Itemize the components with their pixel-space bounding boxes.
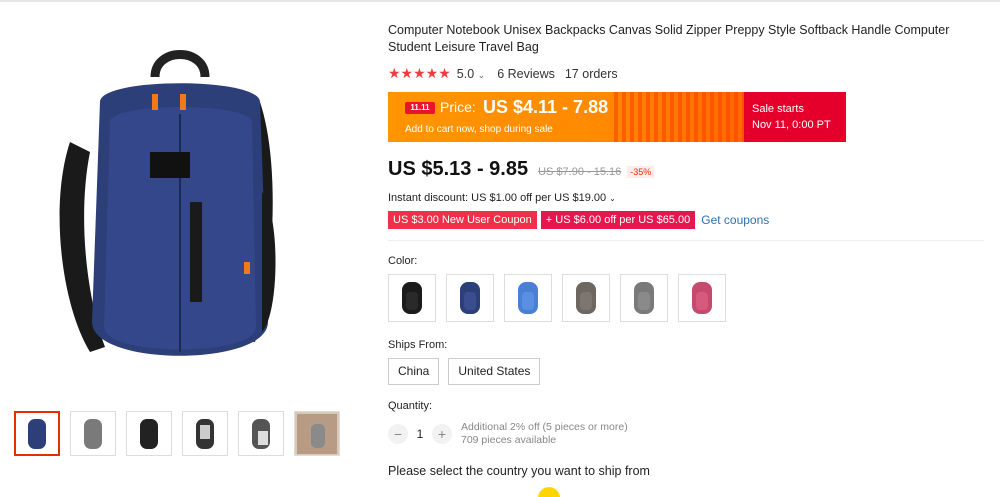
ships-from-options: China United States [388, 358, 988, 385]
ship-option-united-states[interactable]: United States [448, 358, 541, 385]
promo-price-label: Price: [440, 99, 476, 115]
coupon-row: US $3.00 New User Coupon + US $6.00 off … [388, 211, 988, 229]
thumbnail-black-back[interactable] [126, 411, 172, 456]
price-row: US $5.13 - 9.85 US $7.90 - 15.16 -35% [388, 158, 988, 181]
chevron-down-icon: ⌄ [609, 194, 616, 203]
new-user-coupon[interactable]: US $3.00 New User Coupon [388, 211, 537, 229]
sale-promo-banner: 11.11 Price: US $4.11 - 7.88 Add to cart… [388, 92, 846, 142]
quantity-note: Additional 2% off (5 pieces or more) 709… [461, 421, 628, 447]
promo-decoration [614, 92, 744, 142]
sale-tag-badge: 11.11 [405, 102, 435, 114]
color-option-gray[interactable] [620, 274, 668, 322]
promo-subtext: Add to cart now, shop during sale [405, 124, 553, 135]
thumbnail-open[interactable] [182, 411, 228, 456]
store-coupon[interactable]: + US $6.00 off per US $65.00 [540, 211, 696, 229]
chevron-down-icon: ⌄ [477, 69, 486, 80]
color-option-black[interactable] [388, 274, 436, 322]
ship-country-prompt: Please select the country you want to sh… [388, 464, 650, 478]
ships-from-label: Ships From: [388, 339, 448, 351]
sale-start-date: Nov 11, 0:00 PT [752, 119, 831, 131]
ship-option-china[interactable]: China [388, 358, 440, 385]
color-swatches [388, 274, 988, 322]
promo-price-panel: 11.11 Price: US $4.11 - 7.88 Add to cart… [388, 92, 744, 142]
rating-number: 5.0 [456, 66, 475, 81]
rating-row: ★★★★★ 5.0 ⌄ 6 Reviews 17 orders [388, 65, 988, 82]
orders-count: 17 orders [564, 66, 618, 81]
color-option-pink[interactable] [678, 274, 726, 322]
sale-start-panel: Sale starts Nov 11, 0:00 PT [744, 92, 846, 142]
reviews-link[interactable]: 6 Reviews [497, 67, 555, 81]
divider [388, 240, 984, 241]
get-coupons-link[interactable]: Get coupons [701, 213, 769, 227]
quantity-label: Quantity: [388, 400, 433, 412]
bulk-discount-note: Additional 2% off (5 pieces or more) [461, 421, 628, 433]
decrease-quantity-button[interactable]: − [388, 424, 408, 444]
discount-badge: -35% [627, 166, 655, 178]
main-product-image[interactable] [30, 22, 350, 392]
thumbnail-strip [14, 411, 340, 456]
rating-value[interactable]: 5.0 ⌄ [457, 67, 485, 81]
quantity-stepper: − 1 + Additional 2% off (5 pieces or mor… [388, 421, 988, 447]
current-price: US $5.13 - 9.85 [388, 158, 529, 180]
color-label: Color: [388, 255, 418, 267]
promo-price-value: US $4.11 - 7.88 [483, 97, 609, 117]
original-price: US $7.90 - 15.16 [538, 166, 622, 178]
increase-quantity-button[interactable]: + [432, 424, 452, 444]
color-option-gray-brown[interactable] [562, 274, 610, 322]
thumbnail-laptop[interactable] [238, 411, 284, 456]
color-option-navy[interactable] [446, 274, 494, 322]
thumbnail-gray[interactable] [70, 411, 116, 456]
color-option-blue[interactable] [504, 274, 552, 322]
sun-icon [538, 487, 560, 497]
thumbnail-navy[interactable] [14, 411, 60, 456]
product-info: Computer Notebook Unisex Backpacks Canva… [388, 22, 988, 478]
stock-available: 709 pieces available [461, 434, 557, 446]
quantity-value[interactable]: 1 [408, 427, 432, 441]
star-rating-icon: ★★★★★ [388, 65, 451, 81]
sale-start-label: Sale starts [752, 103, 804, 115]
instant-discount[interactable]: Instant discount: US $1.00 off per US $1… [388, 192, 988, 204]
product-title: Computer Notebook Unisex Backpacks Canva… [388, 23, 950, 54]
top-border [0, 0, 1000, 2]
instant-discount-text: Instant discount: US $1.00 off per US $1… [388, 192, 607, 204]
thumbnail-lifestyle[interactable] [294, 411, 340, 456]
